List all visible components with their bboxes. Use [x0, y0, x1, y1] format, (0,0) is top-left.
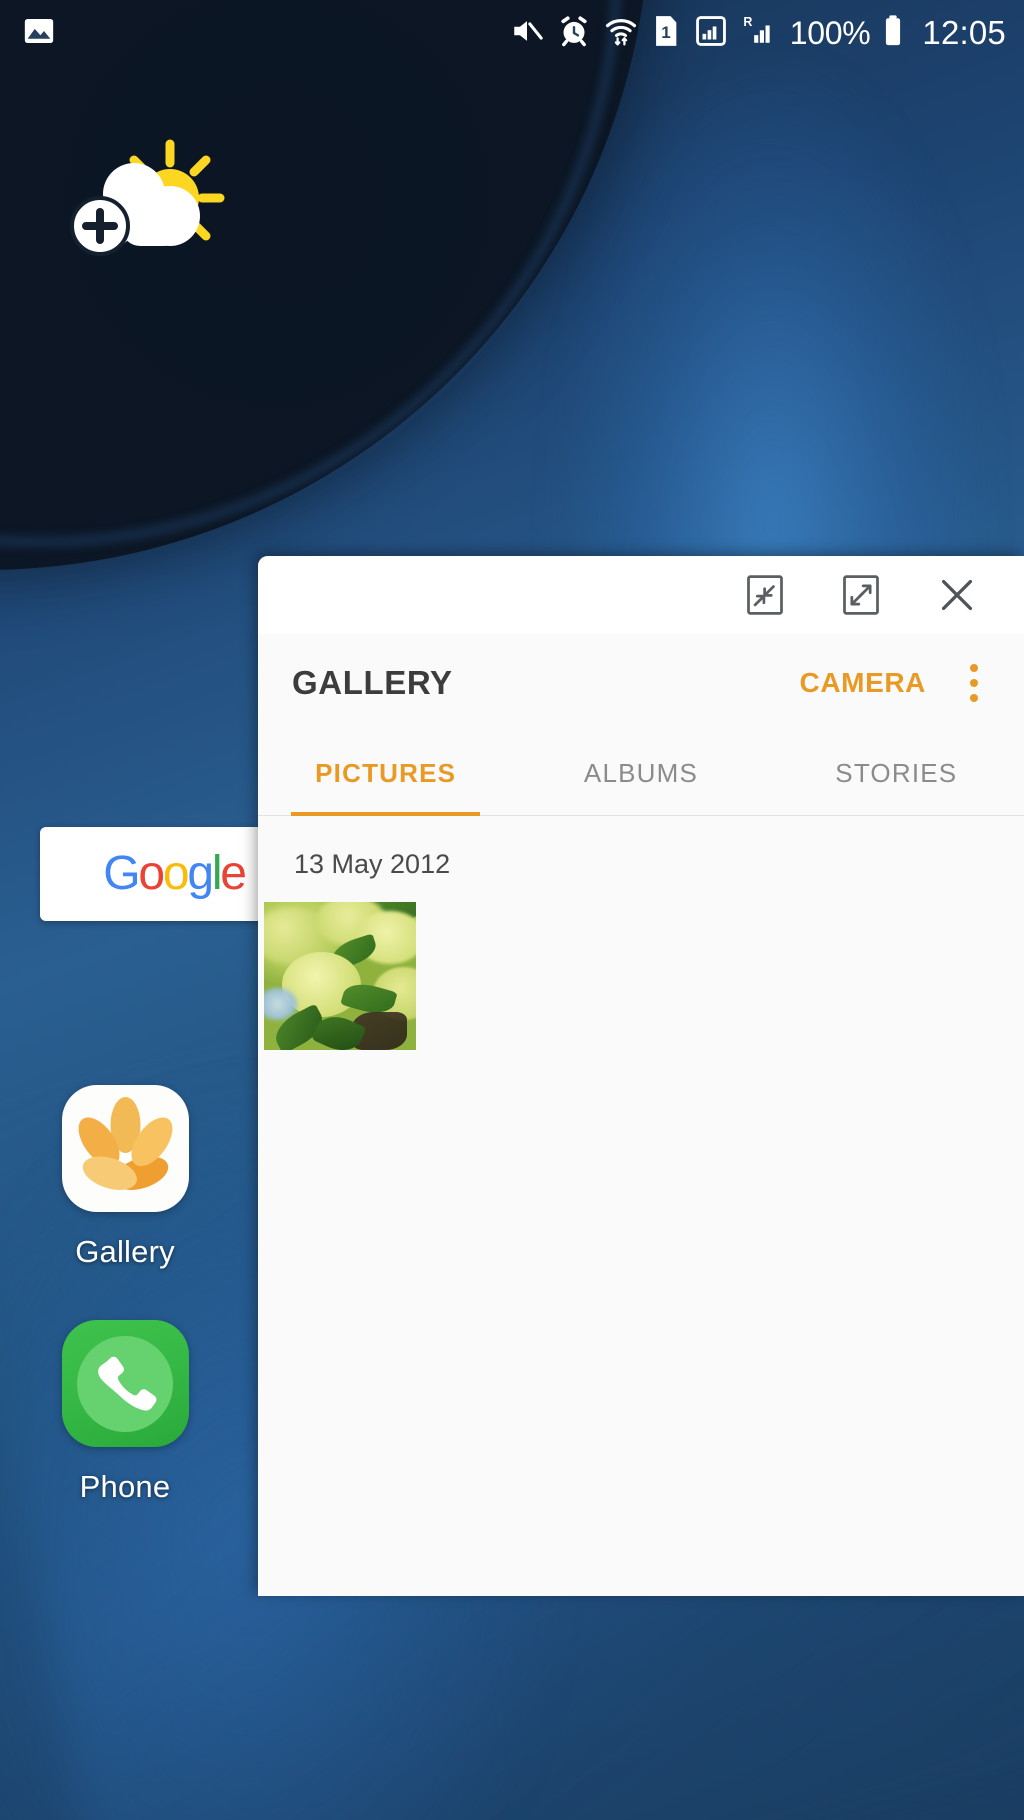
alarm-icon — [557, 14, 591, 53]
minimize-window-button[interactable] — [742, 572, 788, 618]
sun-behind-cloud-plus-icon — [60, 139, 240, 276]
google-logo-letter-o1: o — [138, 847, 165, 900]
kebab-menu-icon[interactable] — [952, 659, 996, 707]
gallery-popup-window: GALLERY CAMERA PICTURES ALBUMS STORIES 1… — [258, 556, 1024, 1596]
svg-text:1: 1 — [661, 23, 670, 42]
gallery-app-bar: GALLERY CAMERA — [258, 634, 1024, 732]
date-header: 13 May 2012 — [294, 849, 451, 879]
gallery-notification-icon — [22, 14, 56, 53]
battery-full-icon — [881, 14, 905, 53]
status-bar-clock: 12:05 — [922, 14, 1006, 51]
tab-albums[interactable]: ALBUMS — [513, 732, 768, 815]
signal-boxed-icon — [694, 14, 728, 53]
mute-icon — [510, 14, 544, 53]
app-label-gallery: Gallery — [75, 1234, 175, 1269]
battery-percent-label: 100% — [789, 14, 871, 51]
gallery-flower-icon — [61, 1085, 189, 1212]
photo-thumbnail[interactable] — [264, 902, 416, 1050]
google-logo-letter-l: l — [211, 847, 223, 900]
thumbnail-grid — [258, 902, 1024, 1050]
phone-handset-icon — [61, 1320, 189, 1447]
google-logo-letter-g2: g — [187, 847, 214, 900]
google-logo-letter-o2: o — [162, 847, 190, 900]
close-window-button[interactable] — [934, 572, 980, 618]
page-title: GALLERY — [292, 664, 453, 701]
maximize-window-button[interactable] — [838, 572, 884, 618]
weather-add-widget[interactable] — [60, 132, 240, 272]
tab-stories[interactable]: STORIES — [769, 732, 1024, 815]
google-logo-letter-e: e — [220, 847, 247, 900]
camera-button[interactable]: CAMERA — [800, 667, 926, 699]
app-icon-phone[interactable]: Phone — [20, 1320, 230, 1505]
gallery-tabs: PICTURES ALBUMS STORIES — [258, 732, 1024, 816]
roaming-signal-icon: R — [741, 14, 777, 53]
window-control-bar — [258, 556, 1024, 634]
tab-pictures[interactable]: PICTURES — [258, 732, 513, 816]
status-bar[interactable]: 1 R 100% 12:05 — [0, 0, 1024, 66]
sim-card-1-icon: 1 — [651, 14, 681, 53]
app-icon-gallery[interactable]: Gallery — [20, 1085, 230, 1270]
wifi-icon — [604, 14, 638, 53]
app-label-phone: Phone — [79, 1469, 171, 1504]
google-logo-letter-g1: G — [103, 847, 140, 900]
android-home-screen: 1 R 100% 12:05 G o o g l e Gallery Phone… — [0, 0, 1024, 1820]
gallery-content: 13 May 2012 — [258, 816, 1024, 1596]
google-logo: G o o g l e — [103, 847, 247, 900]
svg-text:R: R — [743, 15, 752, 29]
